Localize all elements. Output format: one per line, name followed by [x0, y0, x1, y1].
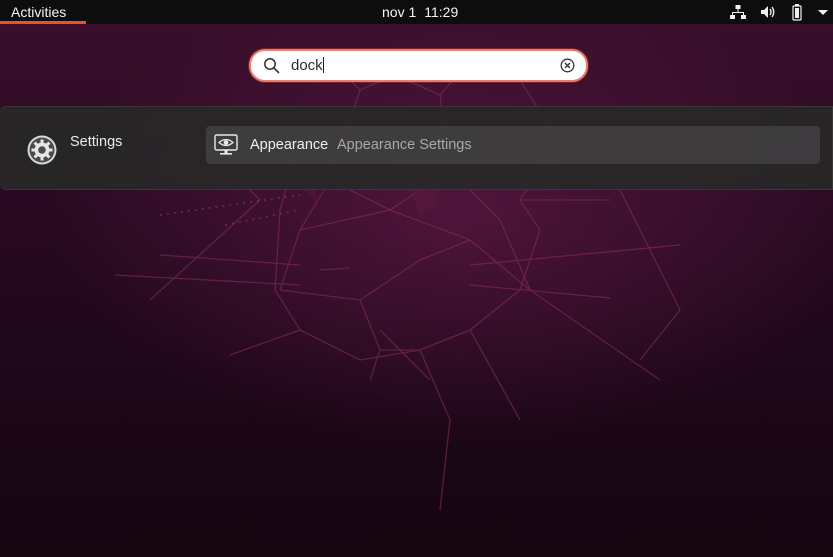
- appearance-display-icon: [214, 134, 238, 155]
- volume-icon[interactable]: [759, 3, 777, 21]
- search-results-panel: Settings Appearance Appearance Settings: [0, 106, 833, 190]
- search-input[interactable]: dock: [291, 55, 541, 76]
- top-bar: Activities nov 1 11:29: [0, 0, 833, 24]
- text-cursor: [322, 57, 324, 73]
- search-icon: [264, 58, 280, 74]
- network-wired-icon[interactable]: [729, 3, 747, 21]
- clock-date: nov 1: [382, 4, 417, 20]
- search-result-description: Appearance Settings: [337, 137, 472, 153]
- search-result-appearance[interactable]: Appearance Appearance Settings: [206, 126, 820, 164]
- search-box[interactable]: dock: [249, 49, 588, 82]
- activities-indicator: [0, 21, 86, 24]
- wallpaper-line-art: [114, 59, 681, 511]
- system-menu-arrow-icon[interactable]: [814, 3, 832, 21]
- settings-gear-icon[interactable]: [26, 134, 58, 166]
- clear-search-icon[interactable]: [560, 58, 575, 73]
- search-result-title: Appearance: [250, 137, 329, 153]
- search-input-value: dock: [291, 57, 323, 74]
- clock-button[interactable]: nov 1 11:29: [382, 0, 458, 24]
- provider-label-settings[interactable]: Settings: [70, 134, 122, 150]
- battery-icon[interactable]: [788, 3, 806, 21]
- clock-time: 11:29: [424, 4, 459, 20]
